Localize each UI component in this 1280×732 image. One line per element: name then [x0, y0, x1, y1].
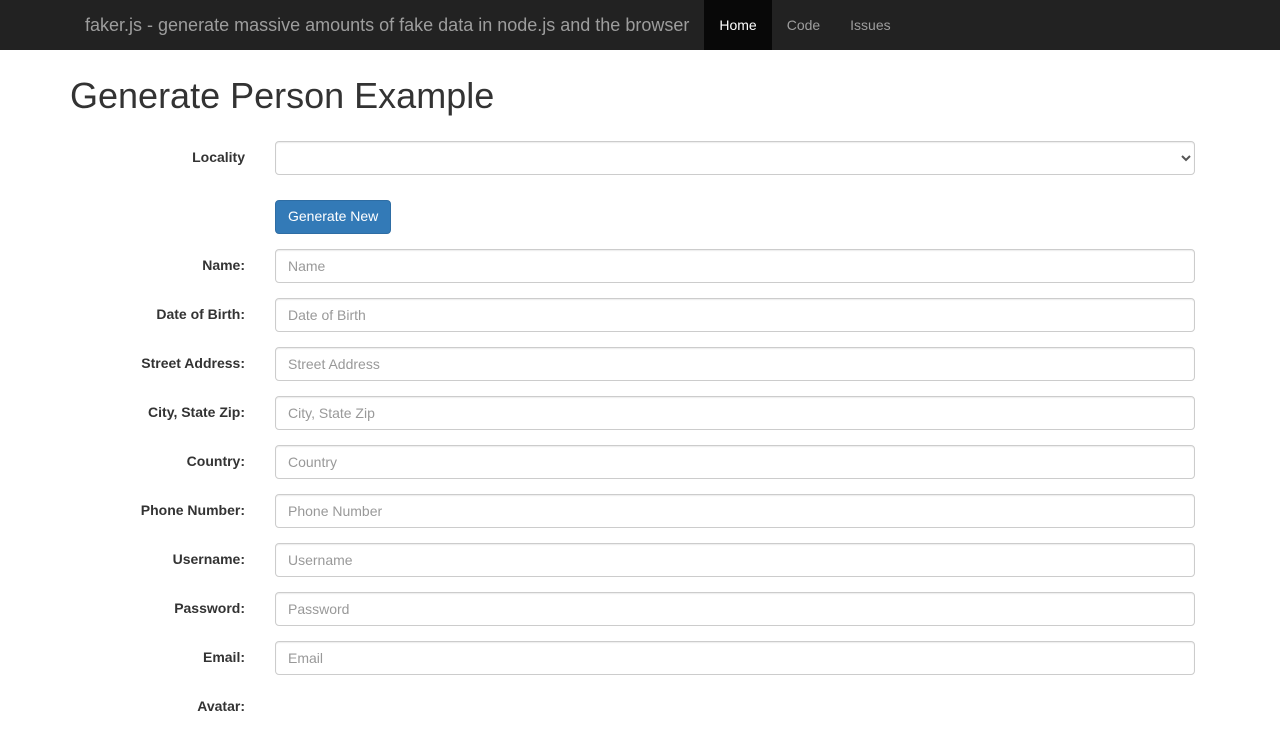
nav-issues[interactable]: Issues: [835, 0, 905, 50]
street-input[interactable]: [275, 347, 1195, 381]
label-country: Country:: [70, 445, 260, 479]
email-input[interactable]: [275, 641, 1195, 675]
navbar-nav: Home Code Issues: [704, 0, 905, 50]
form: Locality Generate New Name: Date of Birt…: [70, 141, 1210, 717]
label-dob: Date of Birth:: [70, 298, 260, 332]
phone-input[interactable]: [275, 494, 1195, 528]
name-input[interactable]: [275, 249, 1195, 283]
navbar-brand: faker.js - generate massive amounts of f…: [70, 0, 704, 50]
locality-select[interactable]: [275, 141, 1195, 175]
country-input[interactable]: [275, 445, 1195, 479]
city-state-zip-input[interactable]: [275, 396, 1195, 430]
label-password: Password:: [70, 592, 260, 626]
label-name: Name:: [70, 249, 260, 283]
label-phone: Phone Number:: [70, 494, 260, 528]
navbar: faker.js - generate massive amounts of f…: [0, 0, 1280, 50]
label-locality: Locality: [70, 141, 260, 175]
page-title: Generate Person Example: [70, 70, 1210, 121]
nav-home[interactable]: Home: [704, 0, 771, 50]
generate-new-button[interactable]: Generate New: [275, 200, 391, 234]
password-input[interactable]: [275, 592, 1195, 626]
nav-code[interactable]: Code: [772, 0, 835, 50]
label-avatar: Avatar:: [70, 690, 260, 717]
label-street: Street Address:: [70, 347, 260, 381]
label-city-state-zip: City, State Zip:: [70, 396, 260, 430]
label-username: Username:: [70, 543, 260, 577]
username-input[interactable]: [275, 543, 1195, 577]
label-email: Email:: [70, 641, 260, 675]
dob-input[interactable]: [275, 298, 1195, 332]
label-generate: [70, 200, 260, 234]
